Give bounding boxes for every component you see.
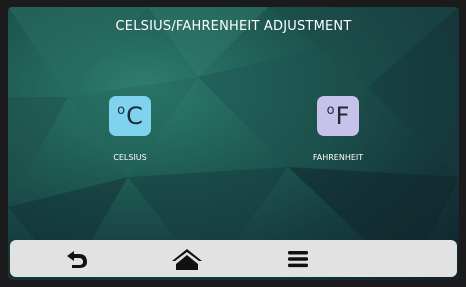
- home-button[interactable]: [162, 240, 212, 277]
- menu-button[interactable]: [273, 240, 323, 277]
- celsius-button[interactable]: oC: [109, 96, 151, 136]
- menu-icon: [288, 250, 308, 267]
- fahrenheit-button[interactable]: oF: [317, 96, 359, 136]
- celsius-label: CELSIUS: [113, 153, 147, 162]
- back-arrow-icon: [67, 250, 87, 268]
- degree-symbol: o: [326, 102, 335, 118]
- back-button[interactable]: [52, 240, 102, 277]
- home-icon: [172, 248, 202, 270]
- touch-screen: CELSIUS/FAHRENHEIT ADJUSTMENT oC CELSIUS…: [8, 7, 459, 280]
- bottom-nav-bar: [10, 240, 457, 277]
- fahrenheit-symbol: F: [335, 102, 350, 130]
- device-frame: CELSIUS/FAHRENHEIT ADJUSTMENT oC CELSIUS…: [0, 0, 466, 287]
- degree-symbol: o: [117, 102, 126, 118]
- celsius-symbol: C: [126, 102, 143, 130]
- fahrenheit-label: FAHRENHEIT: [312, 153, 364, 162]
- screen-title: CELSIUS/FAHRENHEIT ADJUSTMENT: [115, 19, 352, 34]
